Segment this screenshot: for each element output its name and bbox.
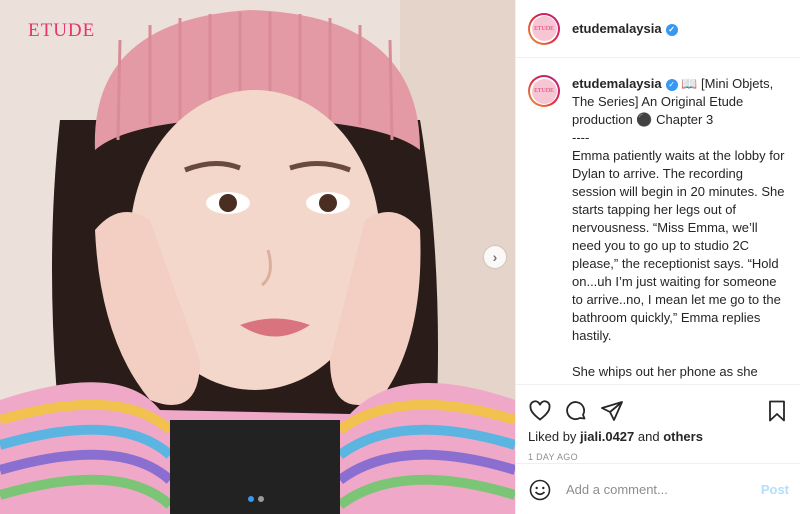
caption-username[interactable]: etudemalaysia — [572, 76, 662, 91]
post-button[interactable]: Post — [761, 482, 789, 497]
header-username[interactable]: etudemalaysia ✓ — [572, 21, 678, 36]
caption-avatar-logo: ETUDE — [531, 78, 557, 104]
caption-area[interactable]: ETUDE etudemalaysia ✓ 📖 [Mini Objets, The… — [516, 59, 800, 383]
action-icons — [516, 385, 800, 427]
likes-prefix: Liked by — [528, 429, 577, 444]
comment-input[interactable] — [566, 482, 761, 497]
header-username-text[interactable]: etudemalaysia — [572, 21, 662, 36]
likes-line: Liked by jiali.0427 and others — [516, 429, 800, 444]
chevron-right-icon[interactable]: › — [484, 246, 506, 268]
likes-others-link[interactable]: others — [663, 429, 703, 444]
carousel-indicator — [248, 496, 264, 502]
comment-icon[interactable] — [564, 399, 588, 423]
post-media[interactable]: ETUDE › — [0, 0, 515, 514]
share-icon[interactable] — [600, 399, 624, 423]
post-date[interactable]: 1 DAY AGO — [516, 452, 800, 462]
verified-badge-icon: ✓ — [665, 23, 678, 36]
actions-section: Liked by jiali.0427 and others 1 DAY AGO… — [516, 384, 800, 514]
carousel-dot-active — [248, 496, 254, 502]
likes-and: and — [637, 429, 660, 444]
caption-body: 📖 [Mini Objets, The Series] An Original … — [572, 76, 785, 383]
emoji-icon[interactable] — [528, 478, 552, 502]
avatar-logo: ETUDE — [531, 16, 557, 41]
bookmark-icon[interactable] — [765, 399, 789, 423]
brand-logo: ETUDE — [28, 20, 96, 41]
comment-bar: Post — [516, 463, 800, 514]
post-header: ETUDE etudemalaysia ✓ — [516, 0, 800, 58]
liked-by-user[interactable]: jiali.0427 — [580, 429, 634, 444]
post-panel: ETUDE etudemalaysia ✓ ETUDE etudemalaysia… — [515, 0, 800, 514]
heart-icon[interactable] — [528, 399, 552, 423]
caption-avatar[interactable]: ETUDE — [528, 75, 560, 107]
caption-verified-badge-icon: ✓ — [665, 78, 678, 91]
post-photo — [0, 0, 515, 514]
carousel-dot — [258, 496, 264, 502]
avatar[interactable]: ETUDE — [528, 12, 560, 45]
caption-text: etudemalaysia ✓ 📖 [Mini Objets, The Serie… — [572, 75, 787, 383]
